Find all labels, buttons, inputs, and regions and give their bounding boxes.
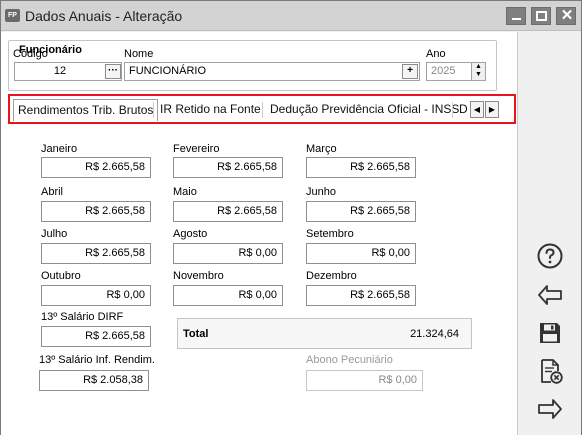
maximize-button[interactable] <box>531 7 551 25</box>
month-field[interactable]: R$ 0,00 <box>306 243 416 264</box>
nome-field[interactable]: FUNCIONÁRIO <box>124 62 420 81</box>
decimo-dirf-label: 13º Salário DIRF <box>41 311 124 323</box>
nome-label: Nome <box>124 48 154 60</box>
ellipsis-icon: ··· <box>108 65 118 76</box>
tab-scroll-left-icon[interactable]: ◀ <box>470 101 484 118</box>
month-label: Julho <box>41 228 68 240</box>
month-field[interactable]: R$ 0,00 <box>173 243 283 264</box>
abono-label: Abono Pecuniário <box>306 354 393 366</box>
maximize-icon <box>536 11 547 21</box>
month-label: Setembro <box>306 228 354 240</box>
month-label: Maio <box>173 186 197 198</box>
month-label: Fevereiro <box>173 143 220 155</box>
nome-add-button[interactable]: + <box>402 64 418 79</box>
tab-bar: Rendimentos Trib. Brutos IR Retido na Fo… <box>8 94 516 124</box>
total-box: Total 21.324,64 <box>177 318 472 349</box>
tab-rendimentos[interactable]: Rendimentos Trib. Brutos <box>13 99 159 121</box>
window-title: Dados Anuais - Alteração <box>25 8 183 24</box>
month-field[interactable]: R$ 2.665,58 <box>306 201 416 222</box>
month-label: Agosto <box>173 228 208 240</box>
minimize-icon <box>512 18 521 20</box>
month-field[interactable]: R$ 0,00 <box>41 285 151 306</box>
help-icon[interactable] <box>536 242 564 270</box>
action-sidebar <box>517 32 581 435</box>
tab-divider <box>262 102 263 118</box>
codigo-label: Código <box>13 48 48 60</box>
decimo-rendim-field[interactable]: R$ 2.058,38 <box>39 370 149 391</box>
ano-spinner[interactable]: ▲ ▼ <box>471 63 485 80</box>
window: FP Dados Anuais - Alteração ✕ Funcionári… <box>0 0 582 435</box>
month-field[interactable]: R$ 2.665,58 <box>41 157 151 178</box>
cancel-document-icon[interactable] <box>536 357 564 385</box>
month-label: Junho <box>306 186 336 198</box>
title-bar: FP Dados Anuais - Alteração ✕ <box>1 1 581 31</box>
decimo-rendim-label: 13º Salário Inf. Rendim. <box>39 354 155 366</box>
abono-field: R$ 0,00 <box>306 370 423 391</box>
codigo-value: 12 <box>53 65 67 77</box>
tab-divider <box>452 102 453 118</box>
tab-ir-retido[interactable]: IR Retido na Fonte <box>156 99 265 121</box>
tab-deducao-inss[interactable]: Dedução Previdência Oficial - INSS <box>266 99 463 121</box>
month-label: Março <box>306 143 337 155</box>
month-label: Novembro <box>173 270 224 282</box>
tab-scroll-right-icon[interactable]: ▶ <box>485 101 499 118</box>
month-label: Janeiro <box>41 143 78 155</box>
month-field[interactable]: R$ 2.665,58 <box>306 157 416 178</box>
spin-down-icon[interactable]: ▼ <box>472 71 485 79</box>
nome-value: FUNCIONÁRIO <box>129 65 206 77</box>
close-icon: ✕ <box>560 7 574 24</box>
month-label: Dezembro <box>306 270 357 282</box>
month-field[interactable]: R$ 0,00 <box>173 285 283 306</box>
spin-up-icon[interactable]: ▲ <box>472 63 485 71</box>
close-button[interactable]: ✕ <box>556 7 576 25</box>
ano-label: Ano <box>426 48 446 60</box>
decimo-dirf-field[interactable]: R$ 2.665,58 <box>41 326 151 347</box>
month-label: Abril <box>41 186 64 198</box>
ano-value: 2025 <box>431 65 456 77</box>
month-field[interactable]: R$ 2.665,58 <box>306 285 416 306</box>
codigo-lookup-button[interactable]: ··· <box>105 64 121 79</box>
month-field[interactable]: R$ 2.665,58 <box>173 157 283 178</box>
month-field[interactable]: R$ 2.665,58 <box>173 201 283 222</box>
month-label: Outubro <box>41 270 81 282</box>
forward-arrow-icon[interactable] <box>536 395 564 423</box>
app-logo-icon: FP <box>5 9 20 22</box>
tab-divider <box>153 102 154 118</box>
month-field[interactable]: R$ 2.665,58 <box>41 201 151 222</box>
main-panel: Funcionário Código 12 ··· Nome FUNCIONÁR… <box>1 32 517 435</box>
total-value: 21.324,64 <box>410 328 459 340</box>
total-label: Total <box>183 328 209 340</box>
plus-icon: + <box>407 65 413 76</box>
save-icon[interactable] <box>536 319 564 347</box>
back-arrow-icon[interactable] <box>536 281 564 309</box>
month-field[interactable]: R$ 2.665,58 <box>41 243 151 264</box>
minimize-button[interactable] <box>506 7 526 25</box>
